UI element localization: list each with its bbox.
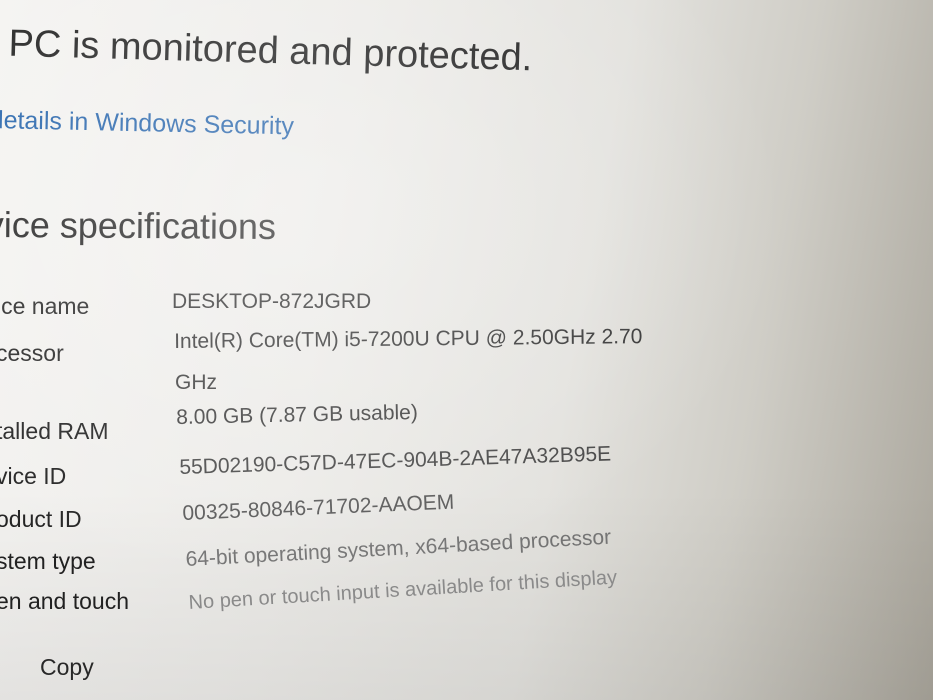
spec-value-device-name: DESKTOP-872JGRD (172, 290, 372, 313)
device-specifications-heading: vice specifications (0, 204, 277, 248)
spec-label-installed-ram: talled RAM (0, 418, 109, 444)
spec-label-device-name: ice name (0, 293, 90, 319)
spec-value-installed-ram: 8.00 GB (7.87 GB usable) (176, 400, 419, 429)
about-settings-page: r PC is monitored and protected. details… (0, 0, 933, 700)
spec-value-pen-and-touch: No pen or touch input is available for t… (188, 566, 618, 614)
spec-value-processor-cont: GHz (175, 371, 217, 394)
spec-label-product-id: oduct ID (0, 506, 82, 532)
spec-value-processor: Intel(R) Core(TM) i5-7200U CPU @ 2.50GHz… (174, 325, 643, 353)
security-status-text: r PC is monitored and protected. (0, 22, 533, 80)
windows-security-link[interactable]: details in Windows Security (0, 106, 294, 141)
spec-value-device-id: 55D02190-C57D-47EC-904B-2AE47A32B95E (179, 442, 612, 479)
spec-label-processor: cessor (0, 340, 64, 366)
spec-value-product-id: 00325-80846-71702-AAOEM (182, 490, 455, 525)
spec-label-pen-and-touch: en and touch (0, 588, 130, 614)
spec-value-system-type: 64-bit operating system, x64-based proce… (185, 525, 612, 571)
spec-label-device-id: vice ID (0, 463, 67, 489)
spec-label-system-type: stem type (0, 548, 96, 574)
copy-button[interactable]: Copy (40, 654, 94, 681)
